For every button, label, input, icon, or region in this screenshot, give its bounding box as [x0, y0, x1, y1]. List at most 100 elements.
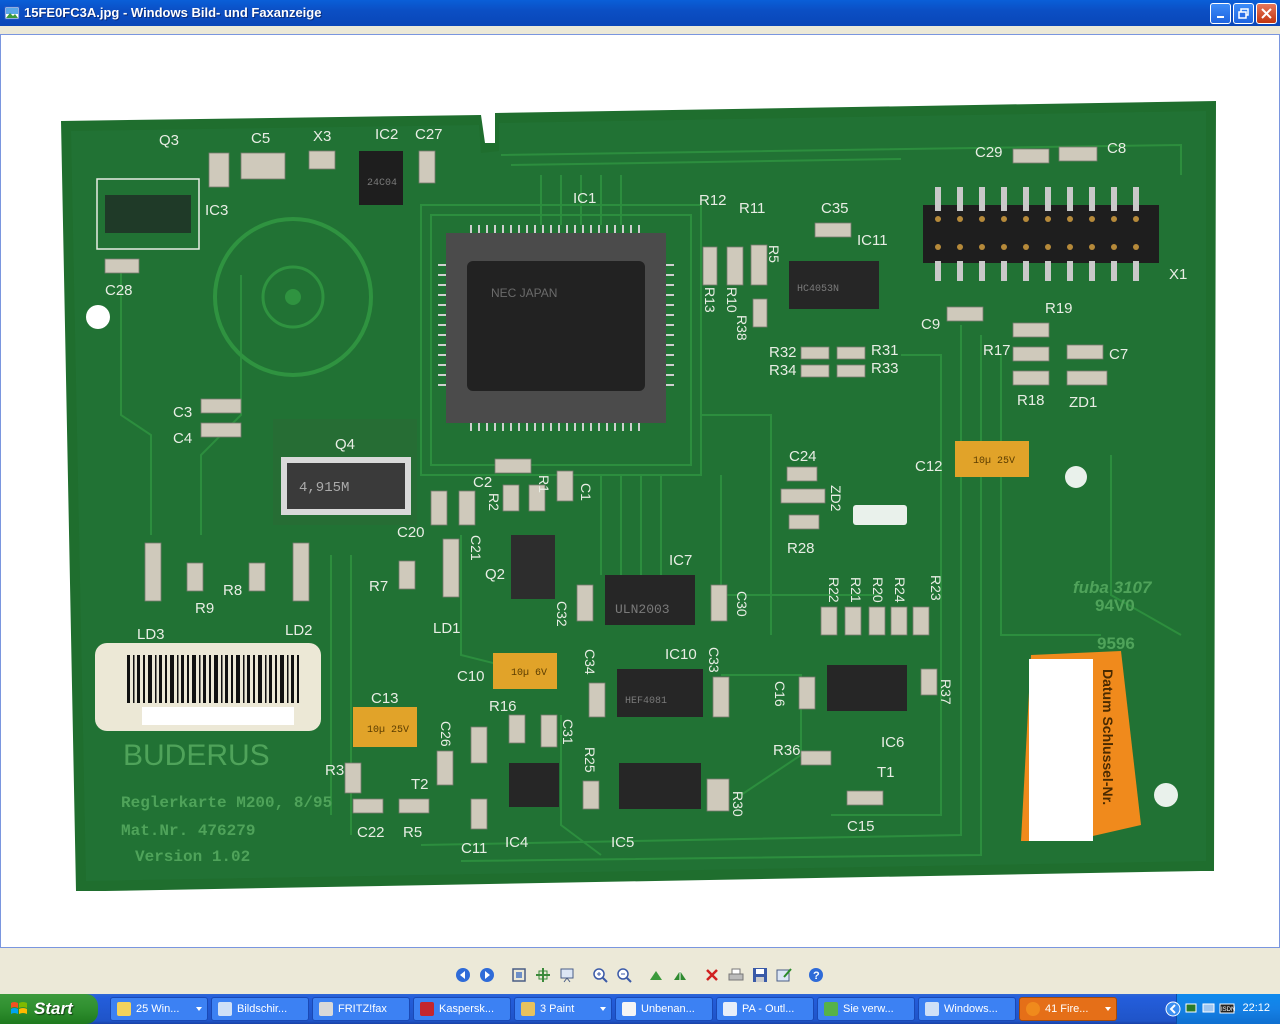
- datum-sticker: Datum Schlussel-Nr.: [1021, 651, 1141, 841]
- label-r7: R7: [369, 578, 388, 595]
- label-ld1: LD1: [433, 620, 461, 637]
- task-label: Windows...: [944, 1003, 998, 1015]
- taskbar-item-firefox[interactable]: 41 Fire...: [1019, 997, 1117, 1021]
- rotate-clockwise-icon: [650, 971, 662, 980]
- label-r5b: R5: [403, 824, 422, 841]
- taskbar-item-sie-verwenden[interactable]: Sie verw...: [817, 997, 915, 1021]
- actual-size-button[interactable]: [533, 965, 553, 985]
- label-t2: T2: [411, 776, 429, 793]
- title-bar[interactable]: 15FE0FC3A.jpg - Windows Bild- und Faxanz…: [0, 0, 1280, 26]
- label-r34: R34: [769, 362, 797, 379]
- label-r25: R25: [582, 747, 598, 773]
- label-c5: C5: [251, 130, 270, 147]
- taskbar: Start 25 Win... Bildschir... FRITZ!fax K…: [0, 994, 1280, 1024]
- edit-button[interactable]: [774, 965, 794, 985]
- close-icon: [1261, 8, 1272, 19]
- fuba-line-2: 94V0: [1095, 596, 1135, 615]
- clock[interactable]: 22:12: [1242, 1002, 1270, 1014]
- rotate-clockwise-button[interactable]: [646, 965, 666, 985]
- previous-icon: [456, 968, 470, 982]
- next-image-button[interactable]: [477, 965, 497, 985]
- label-r12: R12: [699, 192, 727, 209]
- task-label: FRITZ!fax: [338, 1003, 387, 1015]
- brand-label: BUDERUS: [123, 739, 270, 772]
- label-r10: R10: [724, 287, 740, 313]
- label-ic6: IC6: [881, 734, 904, 751]
- taskbar-item-kaspersky[interactable]: Kaspersk...: [413, 997, 511, 1021]
- taskbar-item-unbenannt[interactable]: Unbenan...: [615, 997, 713, 1021]
- label-r36: R36: [773, 742, 801, 759]
- label-c16: C16: [772, 681, 788, 707]
- label-zd1: ZD1: [1069, 394, 1097, 411]
- taskbar-item-paint[interactable]: 3 Paint: [514, 997, 612, 1021]
- ic1-marking: NEC JAPAN: [491, 286, 557, 300]
- fuba-line-1: fuba 3107: [1073, 578, 1153, 597]
- task-label: PA - Outl...: [742, 1003, 795, 1015]
- print-button[interactable]: [726, 965, 746, 985]
- next-icon: [480, 968, 494, 982]
- window-icon: [218, 1002, 232, 1016]
- delete-button[interactable]: [702, 965, 722, 985]
- image-view[interactable]: NEC JAPAN 24C04 HC4053N ULN2003 HEF4081 …: [0, 34, 1280, 948]
- ic2-marking: 24C04: [367, 178, 397, 189]
- label-ic3: IC3: [205, 202, 228, 219]
- q4-crystal: 4,915M: [273, 419, 417, 525]
- delete-icon: [706, 969, 718, 981]
- isdn-icon[interactable]: ISDN: [1219, 1002, 1235, 1016]
- label-c34: C34: [582, 649, 598, 675]
- label-c2: C2: [473, 474, 492, 491]
- taskbar-item-outlook[interactable]: PA - Outl...: [716, 997, 814, 1021]
- c13-marking: 10µ 25V: [367, 725, 409, 736]
- group-caret-icon: [600, 1007, 606, 1011]
- zoom-out-button[interactable]: [614, 965, 634, 985]
- save-button[interactable]: [750, 965, 770, 985]
- label-r13: R13: [702, 287, 718, 313]
- help-button[interactable]: ?: [806, 965, 826, 985]
- best-fit-button[interactable]: [509, 965, 529, 985]
- label-c20: C20: [397, 524, 425, 541]
- label-r5: R5: [766, 245, 782, 263]
- label-r21: R21: [848, 577, 864, 603]
- label-r33: R33: [871, 360, 899, 377]
- start-button[interactable]: Start: [0, 994, 98, 1024]
- label-c13: C13: [371, 690, 399, 707]
- rotate-counterclockwise-button[interactable]: [670, 965, 690, 985]
- label-c31: C31: [560, 719, 576, 745]
- taskbar-item-windows-viewer[interactable]: Windows...: [918, 997, 1016, 1021]
- ic1-qfp-chip: NEC JAPAN: [438, 225, 674, 431]
- minimize-icon: [1216, 15, 1224, 18]
- sticker-label: Datum Schlussel-Nr.: [1100, 669, 1116, 805]
- label-ic5: IC5: [611, 834, 634, 851]
- windows-logo-icon: [11, 1002, 27, 1014]
- network-icon[interactable]: [1185, 1002, 1199, 1016]
- taskbar-item-explorer[interactable]: 25 Win...: [110, 997, 208, 1021]
- label-r28: R28: [787, 540, 815, 557]
- leaf-icon: [824, 1002, 838, 1016]
- restore-button[interactable]: [1233, 3, 1254, 24]
- previous-image-button[interactable]: [453, 965, 473, 985]
- group-caret-icon: [196, 1007, 202, 1011]
- taskbar-item-bildschirm[interactable]: Bildschir...: [211, 997, 309, 1021]
- monitor-icon[interactable]: [1202, 1002, 1216, 1016]
- label-c27: C27: [415, 126, 443, 143]
- label-r17: R17: [983, 342, 1011, 359]
- minimize-button[interactable]: [1210, 3, 1231, 24]
- print-icon: [728, 968, 744, 981]
- task-label: 3 Paint: [540, 1003, 575, 1015]
- label-r8: R8: [223, 582, 242, 599]
- slideshow-button[interactable]: [557, 965, 577, 985]
- circuit-board-image: NEC JAPAN 24C04 HC4053N ULN2003 HEF4081 …: [61, 101, 1216, 891]
- tray-expand-icon[interactable]: [1165, 1001, 1181, 1017]
- edit-icon: [776, 968, 792, 982]
- start-label: Start: [34, 999, 73, 1018]
- barcode-sticker: [95, 643, 321, 731]
- board-code: 9596: [1097, 634, 1135, 653]
- taskbar-item-fritzfax[interactable]: FRITZ!fax: [312, 997, 410, 1021]
- restore-icon: [1238, 8, 1249, 19]
- label-r2: R2: [486, 493, 502, 511]
- label-r23: R23: [928, 575, 944, 601]
- group-caret-icon: [1105, 1007, 1111, 1011]
- close-button[interactable]: [1256, 3, 1277, 24]
- zoom-in-button[interactable]: [590, 965, 610, 985]
- image-viewer-icon: [925, 1002, 939, 1016]
